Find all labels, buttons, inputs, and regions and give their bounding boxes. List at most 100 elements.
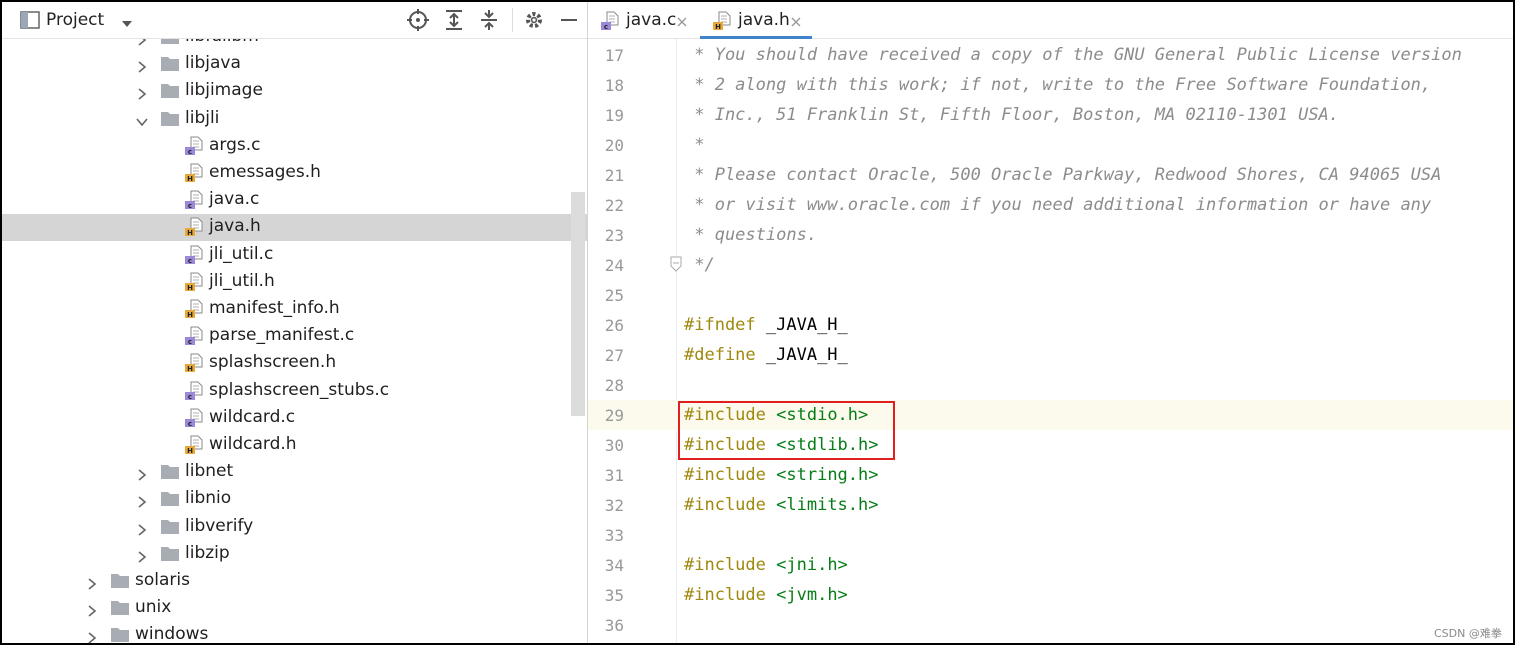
tree-item-label: args.c — [209, 134, 261, 155]
code-text: * You should have received a copy of the… — [684, 45, 1462, 65]
tree-item-label: libjimage — [185, 80, 263, 101]
code-line[interactable]: 34 #include <jni.h> — [588, 550, 1513, 580]
tree-folder[interactable]: libverify — [2, 514, 587, 541]
tree-folder[interactable]: libnio — [2, 486, 587, 513]
chevron-right-icon[interactable] — [136, 493, 148, 509]
tree-item-label: libfdlibm — [185, 39, 259, 46]
expand-all-icon[interactable] — [442, 8, 466, 32]
tree-file[interactable]: c args.c — [2, 133, 587, 160]
tree-folder[interactable]: libjimage — [2, 78, 587, 105]
minimize-icon[interactable] — [557, 8, 581, 32]
code-token: <limits.h> — [776, 495, 879, 515]
code-line[interactable]: 24 */ — [588, 250, 1513, 280]
project-pane: Project libfdlibm libjava libjimage libjli c… — [2, 2, 587, 643]
tree-file[interactable]: c java.c — [2, 187, 587, 214]
chevron-right-icon[interactable] — [136, 466, 148, 481]
tree-item-label: parse_manifest.c — [209, 325, 355, 346]
chevron-right-icon[interactable] — [136, 85, 148, 101]
code-line[interactable]: 23 * questions. — [588, 220, 1513, 250]
folder-icon — [160, 54, 180, 74]
code-line[interactable]: 22 * or visit www.oracle.com if you need… — [588, 190, 1513, 220]
code-line[interactable]: 19 * Inc., 51 Franklin St, Fifth Floor, … — [588, 100, 1513, 130]
tree-folder[interactable]: unix — [2, 595, 587, 622]
tree-folder[interactable]: libzip — [2, 541, 587, 568]
svg-text:c: c — [604, 23, 608, 31]
tree-folder[interactable]: libnet — [2, 459, 587, 486]
chevron-right-icon[interactable] — [86, 575, 98, 590]
code-line[interactable]: 31 #include <string.h> — [588, 460, 1513, 490]
code-line[interactable]: 36 — [588, 610, 1513, 640]
chevron-down-icon[interactable] — [120, 14, 134, 33]
chevron-right-icon[interactable] — [86, 602, 98, 617]
line-number: 18 — [604, 76, 624, 95]
chevron-right-icon[interactable] — [86, 629, 98, 643]
project-toolbar: Project — [2, 2, 587, 39]
tree-file[interactable]: c parse_manifest.c — [2, 323, 587, 350]
folder-icon — [160, 544, 180, 564]
locate-target-icon[interactable] — [406, 8, 430, 32]
tree-scrollbar[interactable] — [571, 192, 585, 416]
close-icon[interactable] — [676, 13, 688, 27]
code-token: */ — [684, 255, 715, 275]
chevron-right-icon[interactable] — [136, 58, 148, 73]
tree-file[interactable]: Hemessages.h — [2, 160, 587, 187]
code-line[interactable]: 33 — [588, 520, 1513, 550]
h-file-icon: H — [184, 353, 204, 373]
chevron-right-icon[interactable] — [136, 39, 148, 46]
tree-file[interactable]: c jli_util.c — [2, 242, 587, 269]
tree-folder[interactable]: windows — [2, 622, 587, 643]
tree-item-label: jli_util.c — [209, 243, 274, 264]
fold-marker-icon[interactable] — [670, 256, 682, 272]
tree-folder[interactable]: libfdlibm — [2, 39, 587, 51]
code-line[interactable]: 26 #ifndef _JAVA_H_ — [588, 310, 1513, 340]
code-line[interactable]: 20 * — [588, 130, 1513, 160]
tree-file[interactable]: Hsplashscreen.h — [2, 350, 587, 377]
tree-file[interactable]: Hwildcard.h — [2, 432, 587, 459]
collapse-all-icon[interactable] — [477, 8, 501, 32]
project-title[interactable]: Project — [46, 10, 104, 30]
chevron-down-icon[interactable] — [136, 113, 148, 126]
tree-item-label: splashscreen.h — [209, 352, 337, 373]
line-number: 33 — [604, 526, 624, 545]
close-icon[interactable] — [790, 13, 802, 27]
tree-item-label: wildcard.h — [209, 434, 297, 454]
h-file-icon: H — [184, 217, 204, 237]
h-file-icon: H — [184, 272, 204, 292]
editor-pane: c java.c Hjava.h 17 * You should have rece… — [588, 2, 1513, 643]
tree-file[interactable]: c wildcard.c — [2, 405, 587, 432]
gear-icon[interactable] — [522, 8, 546, 32]
tree-file[interactable]: c splashscreen_stubs.c — [2, 378, 587, 405]
code-line[interactable]: 27 #define _JAVA_H_ — [588, 340, 1513, 370]
line-number: 28 — [604, 376, 624, 395]
tree-file[interactable]: Hjli_util.h — [2, 269, 587, 296]
tab-java-c[interactable]: c java.c — [588, 2, 698, 39]
tree-folder[interactable]: libjava — [2, 51, 587, 78]
c-file-icon: c — [184, 245, 204, 265]
code-token: <string.h> — [776, 465, 879, 485]
code-line[interactable]: 25 — [588, 280, 1513, 310]
tree-folder[interactable]: libjli — [2, 106, 587, 133]
tree-file[interactable]: Hjava.h — [2, 214, 587, 242]
chevron-right-icon[interactable] — [136, 521, 148, 536]
code-line[interactable]: 28 — [588, 370, 1513, 400]
code-token: _JAVA_H_ — [755, 315, 848, 335]
code-line[interactable]: 35 #include <jvm.h> — [588, 580, 1513, 610]
code-text: * questions. — [684, 225, 817, 245]
tree-file[interactable]: Hmanifest_info.h — [2, 296, 587, 323]
code-text: */ — [684, 255, 715, 275]
chevron-right-icon[interactable] — [136, 548, 148, 563]
code-token: * You should have received a copy of the… — [684, 45, 1462, 65]
svg-text:c: c — [188, 257, 192, 265]
code-line[interactable]: 17 * You should have received a copy of … — [588, 40, 1513, 70]
h-file-icon: H — [184, 299, 204, 319]
annotation-box — [678, 401, 895, 460]
code-text: * 2 along with this work; if not, write … — [684, 75, 1431, 95]
svg-text:H: H — [187, 447, 193, 455]
tree-folder[interactable]: solaris — [2, 568, 587, 595]
code-line[interactable]: 32 #include <limits.h> — [588, 490, 1513, 520]
tab-java-h[interactable]: Hjava.h — [700, 2, 812, 39]
code-line[interactable]: 21 * Please contact Oracle, 500 Oracle P… — [588, 160, 1513, 190]
code-line[interactable]: 18 * 2 along with this work; if not, wri… — [588, 70, 1513, 100]
